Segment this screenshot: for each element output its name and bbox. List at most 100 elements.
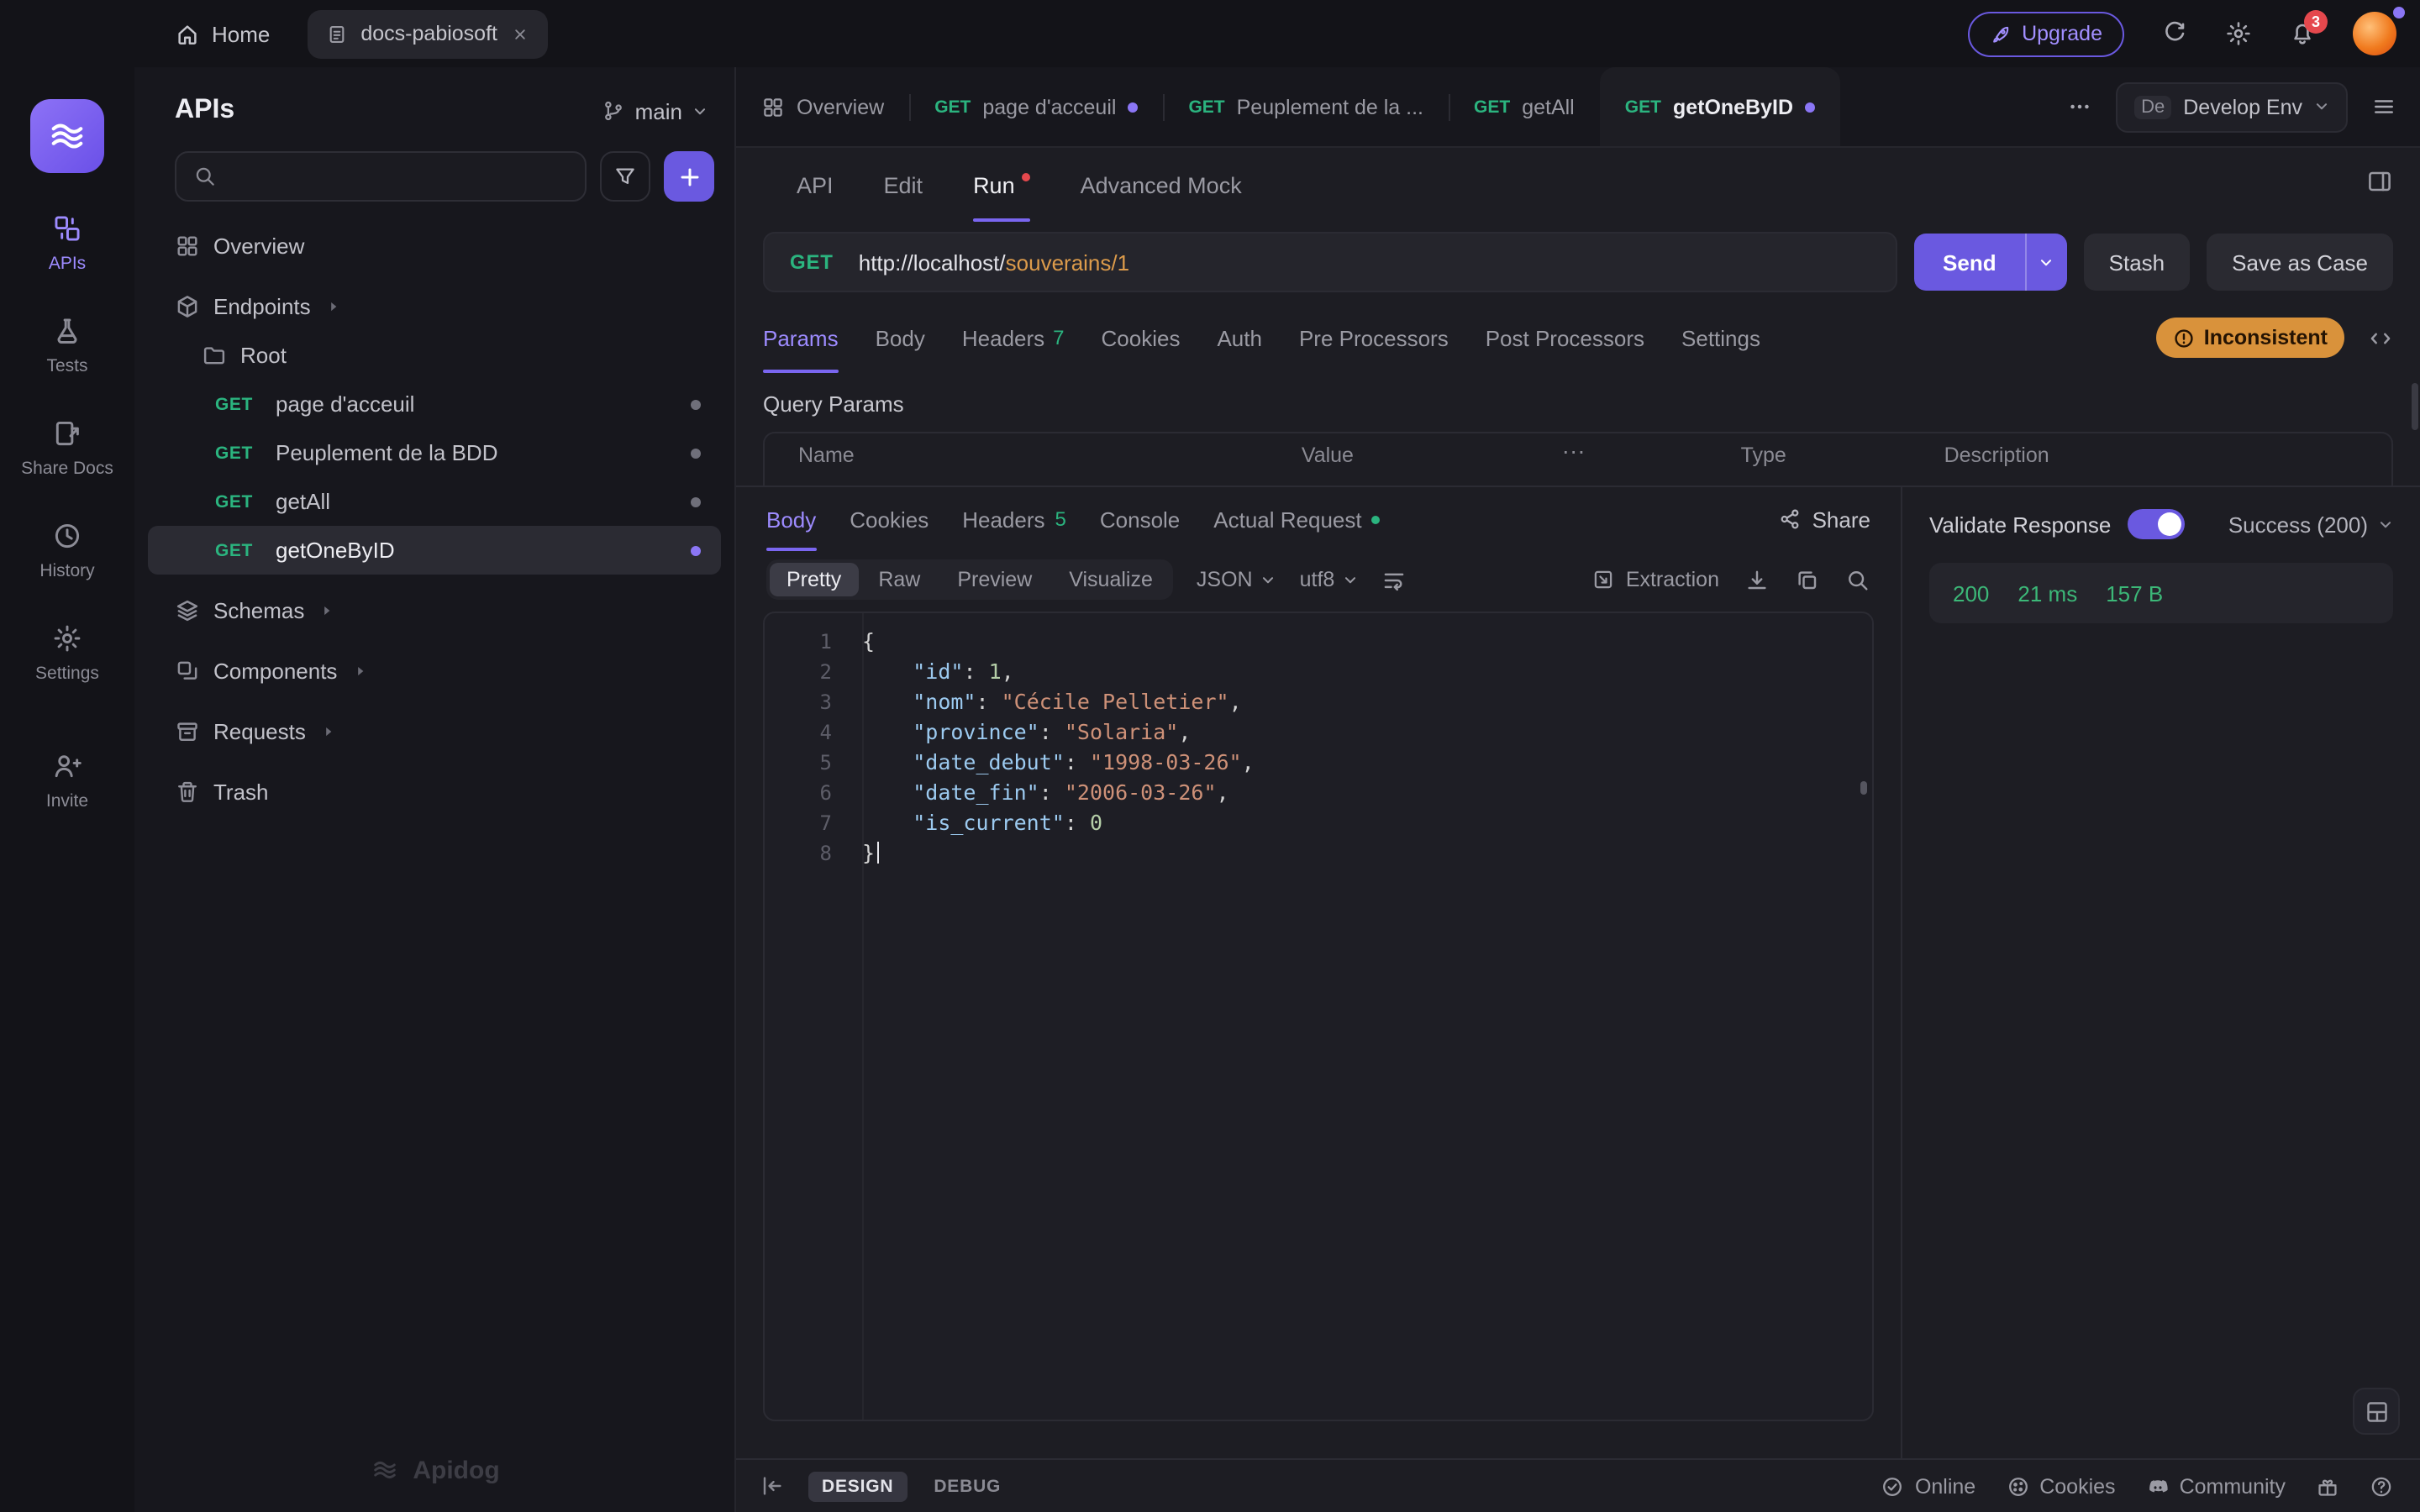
close-icon[interactable] bbox=[511, 24, 529, 43]
code-line: 1{ bbox=[765, 627, 1872, 657]
save-as-case-button[interactable]: Save as Case bbox=[2207, 234, 2393, 291]
view-mode-raw[interactable]: Raw bbox=[861, 563, 937, 596]
view-mode-pretty[interactable]: Pretty bbox=[770, 563, 858, 596]
inconsistent-label: Inconsistent bbox=[2204, 326, 2328, 349]
request-tab-post-processors[interactable]: Post Processors bbox=[1486, 302, 1644, 373]
response-tab-headers[interactable]: Headers5 bbox=[962, 487, 1066, 551]
endpoint-tab-overview[interactable]: Overview bbox=[736, 67, 909, 146]
tree-item-peuplement-de-la-bdd[interactable]: GETPeuplement de la BDD bbox=[148, 428, 721, 477]
send-button[interactable]: Send bbox=[1914, 234, 2067, 291]
extraction-button[interactable]: Extraction bbox=[1592, 568, 1719, 591]
request-tab-headers[interactable]: Headers7 bbox=[962, 302, 1065, 373]
rail-item-settings[interactable]: Settings bbox=[7, 624, 128, 685]
response-tab-cookies[interactable]: Cookies bbox=[850, 487, 929, 551]
rail-item-label: Invite bbox=[46, 792, 88, 812]
endpoint-tab-peuplement-de-la[interactable]: GETPeuplement de la ... bbox=[1163, 67, 1449, 146]
search-input[interactable] bbox=[229, 164, 568, 189]
endpoint-tab-getall[interactable]: GETgetAll bbox=[1449, 67, 1600, 146]
cookies-button[interactable]: Cookies bbox=[2006, 1474, 2115, 1498]
line-number: 4 bbox=[765, 717, 832, 748]
notifications-button[interactable]: 3 bbox=[2289, 20, 2316, 47]
layout-grid-button[interactable] bbox=[2353, 1388, 2400, 1435]
validate-result-select[interactable]: Success (200) bbox=[2228, 512, 2393, 537]
tree-item-components[interactable]: Components bbox=[148, 647, 721, 696]
more-tabs-button[interactable] bbox=[2067, 94, 2092, 119]
design-mode-button[interactable]: DESIGN bbox=[808, 1471, 907, 1501]
tree-item-page-d-acceuil[interactable]: GETpage d'acceuil bbox=[148, 380, 721, 428]
method-label: GET bbox=[790, 250, 834, 274]
request-tab-params[interactable]: Params bbox=[763, 302, 839, 373]
layout-toggle-button[interactable] bbox=[2366, 167, 2393, 202]
copy-button[interactable] bbox=[1795, 567, 1820, 592]
rail-item-invite[interactable]: Invite bbox=[7, 752, 128, 812]
tree-item-endpoints[interactable]: Endpoints bbox=[148, 282, 721, 331]
request-tab-settings[interactable]: Settings bbox=[1681, 302, 1760, 373]
debug-mode-button[interactable]: DEBUG bbox=[927, 1471, 1007, 1501]
help-button[interactable] bbox=[2370, 1474, 2393, 1498]
response-tab-console[interactable]: Console bbox=[1100, 487, 1180, 551]
share-button[interactable]: Share bbox=[1779, 507, 1870, 532]
rail-item-share-docs[interactable]: Share Docs bbox=[7, 418, 128, 479]
branch-selector[interactable]: main bbox=[602, 98, 708, 123]
stash-button[interactable]: Stash bbox=[2084, 234, 2191, 291]
rail-item-apis[interactable]: APIs bbox=[7, 213, 128, 274]
tree-item-label: Components bbox=[213, 659, 337, 684]
filter-button[interactable] bbox=[600, 151, 650, 202]
method-label: GET bbox=[215, 540, 262, 560]
refresh-button[interactable] bbox=[2161, 20, 2188, 47]
view-mode-visualize[interactable]: Visualize bbox=[1052, 563, 1170, 596]
code-view-button[interactable] bbox=[2368, 325, 2393, 350]
request-tab-label: Auth bbox=[1217, 325, 1262, 350]
inconsistent-badge[interactable]: Inconsistent bbox=[2157, 318, 2344, 358]
validate-toggle[interactable] bbox=[2128, 509, 2185, 539]
format-select[interactable]: JSON bbox=[1197, 568, 1276, 591]
online-status[interactable]: Online bbox=[1881, 1474, 1975, 1498]
tree-item-getall[interactable]: GETgetAll bbox=[148, 477, 721, 526]
tree-item-root[interactable]: Root bbox=[148, 331, 721, 380]
endpoint-tab-page-d-acceuil[interactable]: GETpage d'acceuil bbox=[909, 67, 1163, 146]
page-tab-api[interactable]: API bbox=[797, 148, 834, 222]
page-tab-run[interactable]: Run bbox=[973, 148, 1030, 222]
search-body-button[interactable] bbox=[1845, 567, 1870, 592]
request-tab-auth[interactable]: Auth bbox=[1217, 302, 1262, 373]
page-tab-edit[interactable]: Edit bbox=[884, 148, 923, 222]
url-input[interactable]: GET http://localhost/souverains/1 bbox=[763, 232, 1897, 292]
collapse-sidebar-button[interactable] bbox=[760, 1473, 785, 1499]
wrap-text-button[interactable] bbox=[1381, 567, 1407, 592]
tree-item-schemas[interactable]: Schemas bbox=[148, 586, 721, 635]
apidog-logo[interactable] bbox=[30, 99, 104, 173]
tree-item-overview[interactable]: Overview bbox=[148, 222, 721, 270]
response-body-editor[interactable]: 1{2 "id": 1,3 "nom": "Cécile Pelletier",… bbox=[763, 612, 1874, 1421]
settings-button[interactable] bbox=[2225, 20, 2252, 47]
project-tab[interactable]: docs-pabiosoft bbox=[307, 9, 548, 58]
view-mode-preview[interactable]: Preview bbox=[940, 563, 1049, 596]
add-button[interactable] bbox=[664, 151, 714, 202]
tree-item-requests[interactable]: Requests bbox=[148, 707, 721, 756]
tab-list-button[interactable] bbox=[2371, 94, 2396, 119]
response-tab-body[interactable]: Body bbox=[766, 487, 816, 551]
rail-item-tests[interactable]: Tests bbox=[7, 316, 128, 376]
gift-button[interactable] bbox=[2316, 1474, 2339, 1498]
endpoint-tab-getonebyid[interactable]: GETgetOneByID bbox=[1600, 67, 1840, 146]
avatar[interactable] bbox=[2353, 12, 2396, 55]
download-button[interactable] bbox=[1744, 567, 1770, 592]
encoding-select[interactable]: utf8 bbox=[1300, 568, 1359, 591]
upgrade-button[interactable]: Upgrade bbox=[1968, 11, 2124, 56]
request-tab-body[interactable]: Body bbox=[876, 302, 925, 373]
environment-name: Develop Env bbox=[2183, 95, 2302, 118]
request-tab-cookies[interactable]: Cookies bbox=[1102, 302, 1181, 373]
environment-selector[interactable]: De Develop Env bbox=[2116, 81, 2348, 132]
page-tab-advanced-mock[interactable]: Advanced Mock bbox=[1081, 148, 1242, 222]
tree-item-trash[interactable]: Trash bbox=[148, 768, 721, 816]
tree-item-getonebyid[interactable]: GETgetOneByID bbox=[148, 526, 721, 575]
request-tab-pre-processors[interactable]: Pre Processors bbox=[1299, 302, 1449, 373]
response-tab-actual-request[interactable]: Actual Request bbox=[1213, 487, 1380, 551]
bulk-edit-button[interactable]: ··· bbox=[1562, 437, 1586, 464]
community-button[interactable]: Community bbox=[2146, 1474, 2286, 1498]
main-scrollbar[interactable] bbox=[2412, 383, 2418, 430]
send-dropdown[interactable] bbox=[2025, 234, 2067, 291]
home-button[interactable]: Home bbox=[175, 21, 270, 46]
rail-item-history[interactable]: History bbox=[7, 521, 128, 581]
line-number: 7 bbox=[765, 808, 832, 838]
tab-label: Overview bbox=[797, 95, 884, 118]
